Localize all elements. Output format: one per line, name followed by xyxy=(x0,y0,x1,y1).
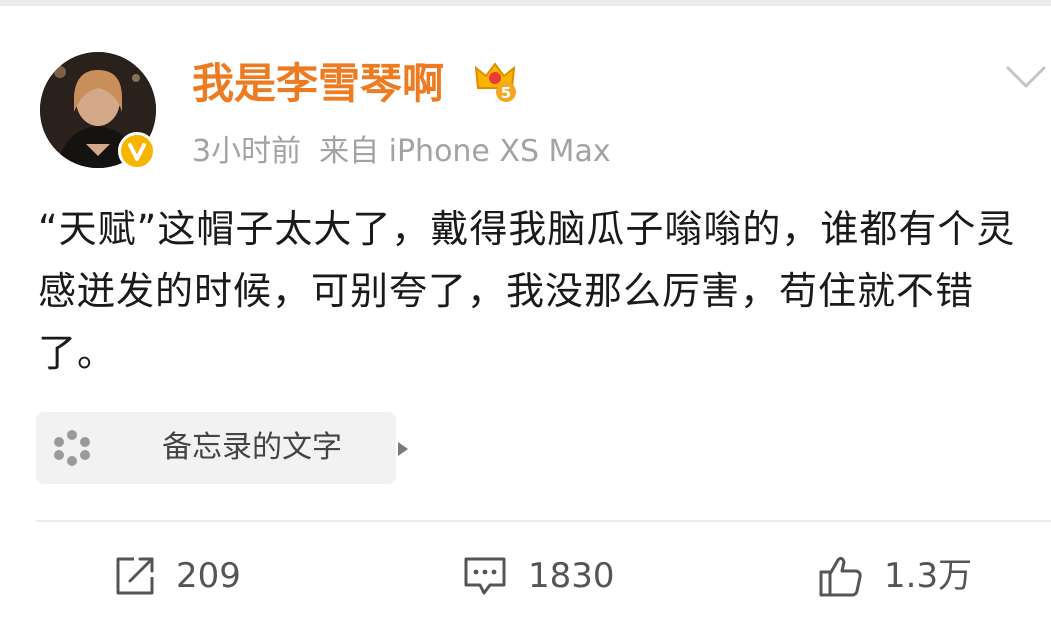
avatar[interactable] xyxy=(40,52,156,170)
author-name[interactable]: 我是李雪琴啊 xyxy=(192,56,444,112)
comment-icon xyxy=(462,555,508,597)
post-time: 3小时前 xyxy=(192,134,302,169)
memo-icon xyxy=(52,428,92,468)
attachment-label: 备忘录的文字 xyxy=(162,430,342,465)
thumbs-up-icon xyxy=(818,554,864,598)
post-meta: 3小时前 来自 iPhone XS Max xyxy=(192,130,611,174)
post-source[interactable]: 来自 iPhone XS Max xyxy=(319,134,611,169)
like-button[interactable]: 1.3万 xyxy=(818,546,972,606)
post-body: “天赋”这帽子太大了，戴得我脑瓜子嗡嗡的，谁都有个灵感迸发的时候，可别夸了，我没… xyxy=(38,207,1016,375)
repost-icon xyxy=(114,555,156,597)
comment-button[interactable]: 1830 xyxy=(462,546,615,606)
memo-attachment-card[interactable]: 备忘录的文字 xyxy=(36,412,408,484)
verified-badge-icon xyxy=(118,132,156,170)
repost-button[interactable]: 209 xyxy=(114,546,241,606)
svg-text:5: 5 xyxy=(501,84,511,102)
like-count: 1.3万 xyxy=(884,556,973,596)
chevron-down-icon[interactable] xyxy=(1004,64,1048,92)
top-strip xyxy=(0,0,1051,6)
crown-vip-badge-icon[interactable]: 5 xyxy=(472,58,518,104)
repost-count: 209 xyxy=(176,556,241,596)
play-arrow-icon xyxy=(396,440,410,458)
comment-count: 1830 xyxy=(528,556,615,596)
divider xyxy=(36,520,1051,522)
